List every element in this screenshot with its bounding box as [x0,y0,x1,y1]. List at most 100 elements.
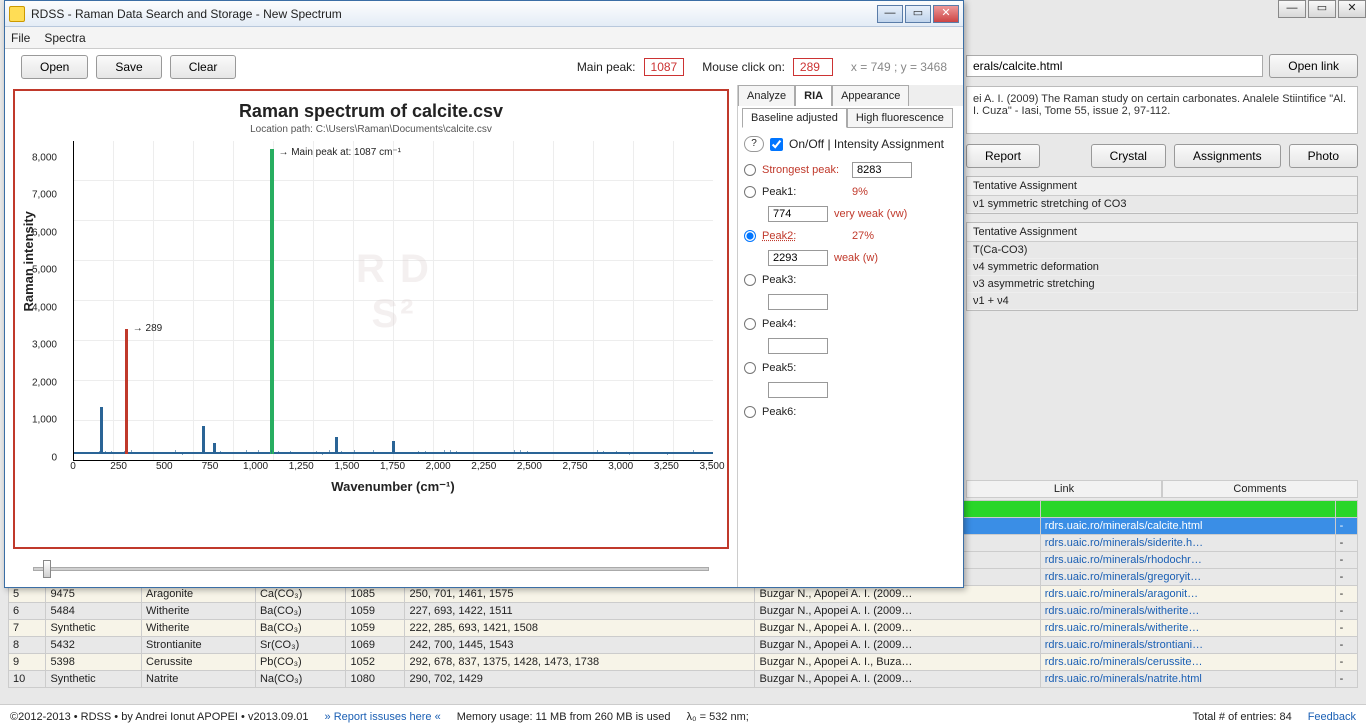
toolbar: Open Save Clear Main peak: 1087 Mouse cl… [5,49,963,85]
mainpeak-value: 1087 [644,58,685,76]
mouseclick-value: 289 [793,58,833,76]
col-comments[interactable]: Comments [1162,480,1358,498]
grid-right-headers: Link Comments [966,480,1358,498]
chart-pane: Raman spectrum of calcite.csv Location p… [5,85,737,587]
peak3-radio[interactable] [744,274,756,286]
peak1-value[interactable] [768,206,828,222]
total-entries: Total # of entries: 84 [1193,711,1292,723]
table-row[interactable]: 95398CerussitePb(CO₃)1052292, 678, 837, … [9,654,1358,671]
ta-header-1: Tentative Assignment [967,177,1357,196]
copyright: ©2012-2013 • RDSS • by Andrei Ionut APOP… [10,711,309,723]
save-button[interactable]: Save [96,55,161,79]
assignment-box-1: Tentative Assignment ν1 symmetric stretc… [966,176,1358,214]
lambda-readout: λ₀ = 532 nm; [686,711,748,723]
clear-button[interactable]: Clear [170,55,237,79]
peak1-label: Peak1: [762,186,846,198]
coord-readout: x = 749 ; y = 3468 [851,60,947,74]
peak2-radio[interactable] [744,230,756,242]
table-row[interactable]: 85432StrontianiteSr(CO₃)1069242, 700, 14… [9,637,1358,654]
peak2-desc: weak (w) [834,252,878,264]
peak2-value[interactable] [768,250,828,266]
menu-spectra[interactable]: Spectra [44,31,85,45]
tab-appearance[interactable]: Appearance [832,85,909,106]
photo-button[interactable]: Photo [1289,144,1358,168]
assignments-button[interactable]: Assignments [1174,144,1281,168]
rdss-window: RDSS - Raman Data Search and Storage - N… [4,0,964,588]
ta-row[interactable]: T(Ca-CO3) [967,242,1357,259]
details-panel: Open link ei A. I. (2009) The Raman stud… [966,54,1358,311]
x-ticks: 02505007501,0001,2501,5001,7502,0002,250… [73,461,713,475]
window-title: RDSS - Raman Data Search and Storage - N… [31,7,875,21]
statusbar: ©2012-2013 • RDSS • by Andrei Ionut APOP… [0,704,1366,728]
close-button[interactable]: ✕ [933,5,959,23]
peak2-pct: 27% [852,230,874,242]
table-row[interactable]: 10SyntheticNatriteNa(CO₃)1080290, 702, 1… [9,671,1358,688]
memory-usage: Memory usage: 11 MB from 260 MB is used [457,711,671,723]
os-window-controls: — ▭ ✕ [1276,0,1366,20]
maximize-button[interactable]: ▭ [905,5,931,23]
open-button[interactable]: Open [21,55,88,79]
table-row[interactable]: 7SyntheticWitheriteBa(CO₃)1059222, 285, … [9,620,1358,637]
peak6-label: Peak6: [762,406,846,418]
peak1-desc: very weak (vw) [834,208,907,220]
crystal-button[interactable]: Crystal [1091,144,1166,168]
peak3-value[interactable] [768,294,828,310]
peak5-value[interactable] [768,382,828,398]
peak4-value[interactable] [768,338,828,354]
peak1-radio[interactable] [744,186,756,198]
assignment-box-2: Tentative Assignment T(Ca-CO3)ν4 symmetr… [966,222,1358,311]
watermark: R DS² [356,247,431,337]
slider-thumb[interactable] [43,560,51,578]
os-close-button[interactable]: ✕ [1338,0,1366,18]
mouseclick-label: Mouse click on: [702,60,785,74]
reference-text: ei A. I. (2009) The Raman study on certa… [966,86,1358,134]
peak6-radio[interactable] [744,406,756,418]
ta-header-2: Tentative Assignment [967,223,1357,242]
peak-annotation: → 289 [133,323,162,334]
ria-pane: Analyze RIA Appearance Baseline adjusted… [737,85,963,587]
menu-file[interactable]: File [11,31,30,45]
chart-frame[interactable]: Raman spectrum of calcite.csv Location p… [13,89,729,549]
peak-bar [335,437,338,454]
range-slider[interactable] [33,559,709,579]
peak4-radio[interactable] [744,318,756,330]
onoff-checkbox[interactable] [770,138,783,151]
table-row[interactable]: 65484WitheriteBa(CO₃)1059227, 693, 1422,… [9,603,1358,620]
os-maximize-button[interactable]: ▭ [1308,0,1336,18]
url-field[interactable] [966,55,1263,77]
help-icon[interactable]: ? [744,136,764,152]
report-issues-link[interactable]: » Report issuses here « [325,711,441,723]
ta1-row[interactable]: ν1 symmetric stretching of CO3 [967,196,1357,213]
titlebar[interactable]: RDSS - Raman Data Search and Storage - N… [5,1,963,27]
peak-bar [125,329,128,454]
peak4-label: Peak4: [762,318,846,330]
plot-area[interactable]: R DS² → 289 → Main peak at: 1087 cm⁻¹ [73,141,713,461]
strongest-radio[interactable] [744,164,756,176]
ta-row[interactable]: ν3 asymmetric stretching [967,276,1357,293]
x-axis-label: Wavenumber (cm⁻¹) [73,479,713,495]
tab-ria[interactable]: RIA [795,85,832,106]
subtab-highfluor[interactable]: High fluorescence [847,108,953,128]
peak-annotation: → Main peak at: 1087 cm⁻¹ [278,147,401,158]
subtab-baseline[interactable]: Baseline adjusted [742,108,847,128]
peak-bar [270,149,274,454]
strongest-value[interactable] [852,162,912,178]
table-row[interactable]: 59475AragoniteCa(CO₃)1085250, 701, 1461,… [9,586,1358,603]
peak5-label: Peak5: [762,362,846,374]
col-link[interactable]: Link [966,480,1162,498]
ta-row[interactable]: ν1 + ν4 [967,293,1357,310]
chart-title: Raman spectrum of calcite.csv [29,101,713,122]
tab-analyze[interactable]: Analyze [738,85,795,106]
chart-subtitle: Location path: C:\Users\Raman\Documents\… [29,124,713,135]
openlink-button[interactable]: Open link [1269,54,1358,78]
minimize-button[interactable]: — [877,5,903,23]
mainpeak-label: Main peak: [577,60,636,74]
peak5-radio[interactable] [744,362,756,374]
feedback-link[interactable]: Feedback [1308,711,1356,723]
peak2-label: Peak2: [762,230,846,242]
report-button[interactable]: Report [966,144,1040,168]
os-minimize-button[interactable]: — [1278,0,1306,18]
peak-bar [100,407,103,454]
ta-row[interactable]: ν4 symmetric deformation [967,259,1357,276]
y-ticks: 01,0002,0003,0004,0005,0006,0007,0008,00… [21,139,61,458]
